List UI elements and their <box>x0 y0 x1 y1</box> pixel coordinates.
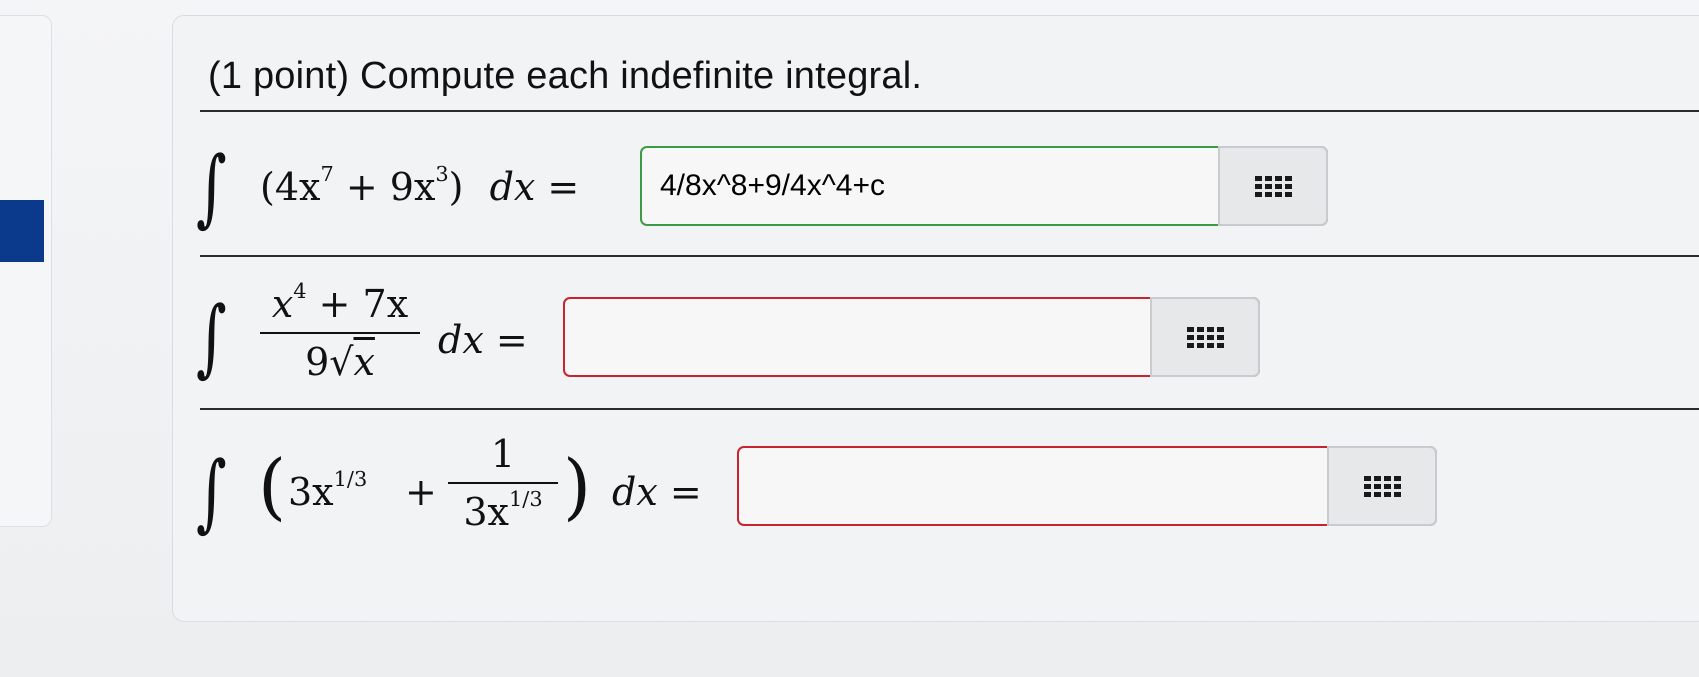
numerator: x4 + 7x <box>271 279 409 326</box>
divider <box>200 408 1699 410</box>
dx-label: dx = <box>612 470 702 514</box>
exponent-1: 7 <box>320 162 334 187</box>
plus-sign: + <box>345 165 378 209</box>
integrand: (4x7 + 9x3) dx = <box>260 162 580 209</box>
grid-keypad-icon <box>1254 175 1292 197</box>
fraction: x4 + 7x 9√x <box>260 279 420 384</box>
dx-label: dx = <box>438 318 528 362</box>
integral-sign: ∫ <box>196 138 227 236</box>
grid-keypad-icon <box>1363 475 1401 497</box>
left-paren: ( <box>260 165 275 209</box>
problem-title: (1 point) Compute each indefinite integr… <box>208 55 923 97</box>
answer-input-3[interactable] <box>739 448 1325 524</box>
fraction-bar <box>448 482 558 484</box>
previous-problem-card <box>0 15 52 527</box>
fraction: 1 3x1/3 <box>448 432 558 534</box>
fraction-bar <box>260 332 420 334</box>
plus-sign: + <box>405 470 437 514</box>
keypad-button-3[interactable] <box>1327 446 1437 526</box>
term-1: 4x <box>274 165 321 209</box>
grid-keypad-icon <box>1186 326 1224 348</box>
right-paren: ) <box>448 165 464 209</box>
integral-sign: ∫ <box>196 443 227 541</box>
answer-field-2 <box>563 297 1260 377</box>
answer-field-1 <box>640 146 1328 226</box>
divider <box>200 110 1699 112</box>
numerator: 1 <box>490 432 516 476</box>
exponent-2: 3 <box>435 162 449 187</box>
keypad-button-2[interactable] <box>1150 297 1260 377</box>
dx-label: dx = <box>489 165 580 209</box>
term-2: 9x <box>389 165 436 209</box>
right-paren: ) <box>563 444 592 528</box>
left-paren: ( <box>258 444 287 528</box>
term-1: 3x1/3 <box>288 467 368 514</box>
answer-input-2[interactable] <box>565 299 1148 375</box>
answer-input-1[interactable] <box>642 148 1216 224</box>
integral-sign: ∫ <box>196 288 227 386</box>
keypad-button-1[interactable] <box>1218 146 1328 226</box>
answer-field-3 <box>737 446 1437 526</box>
divider <box>200 255 1699 257</box>
problem-nav-marker[interactable] <box>0 200 44 262</box>
denominator: 9√x <box>305 340 375 384</box>
denominator: 3x1/3 <box>463 487 543 534</box>
